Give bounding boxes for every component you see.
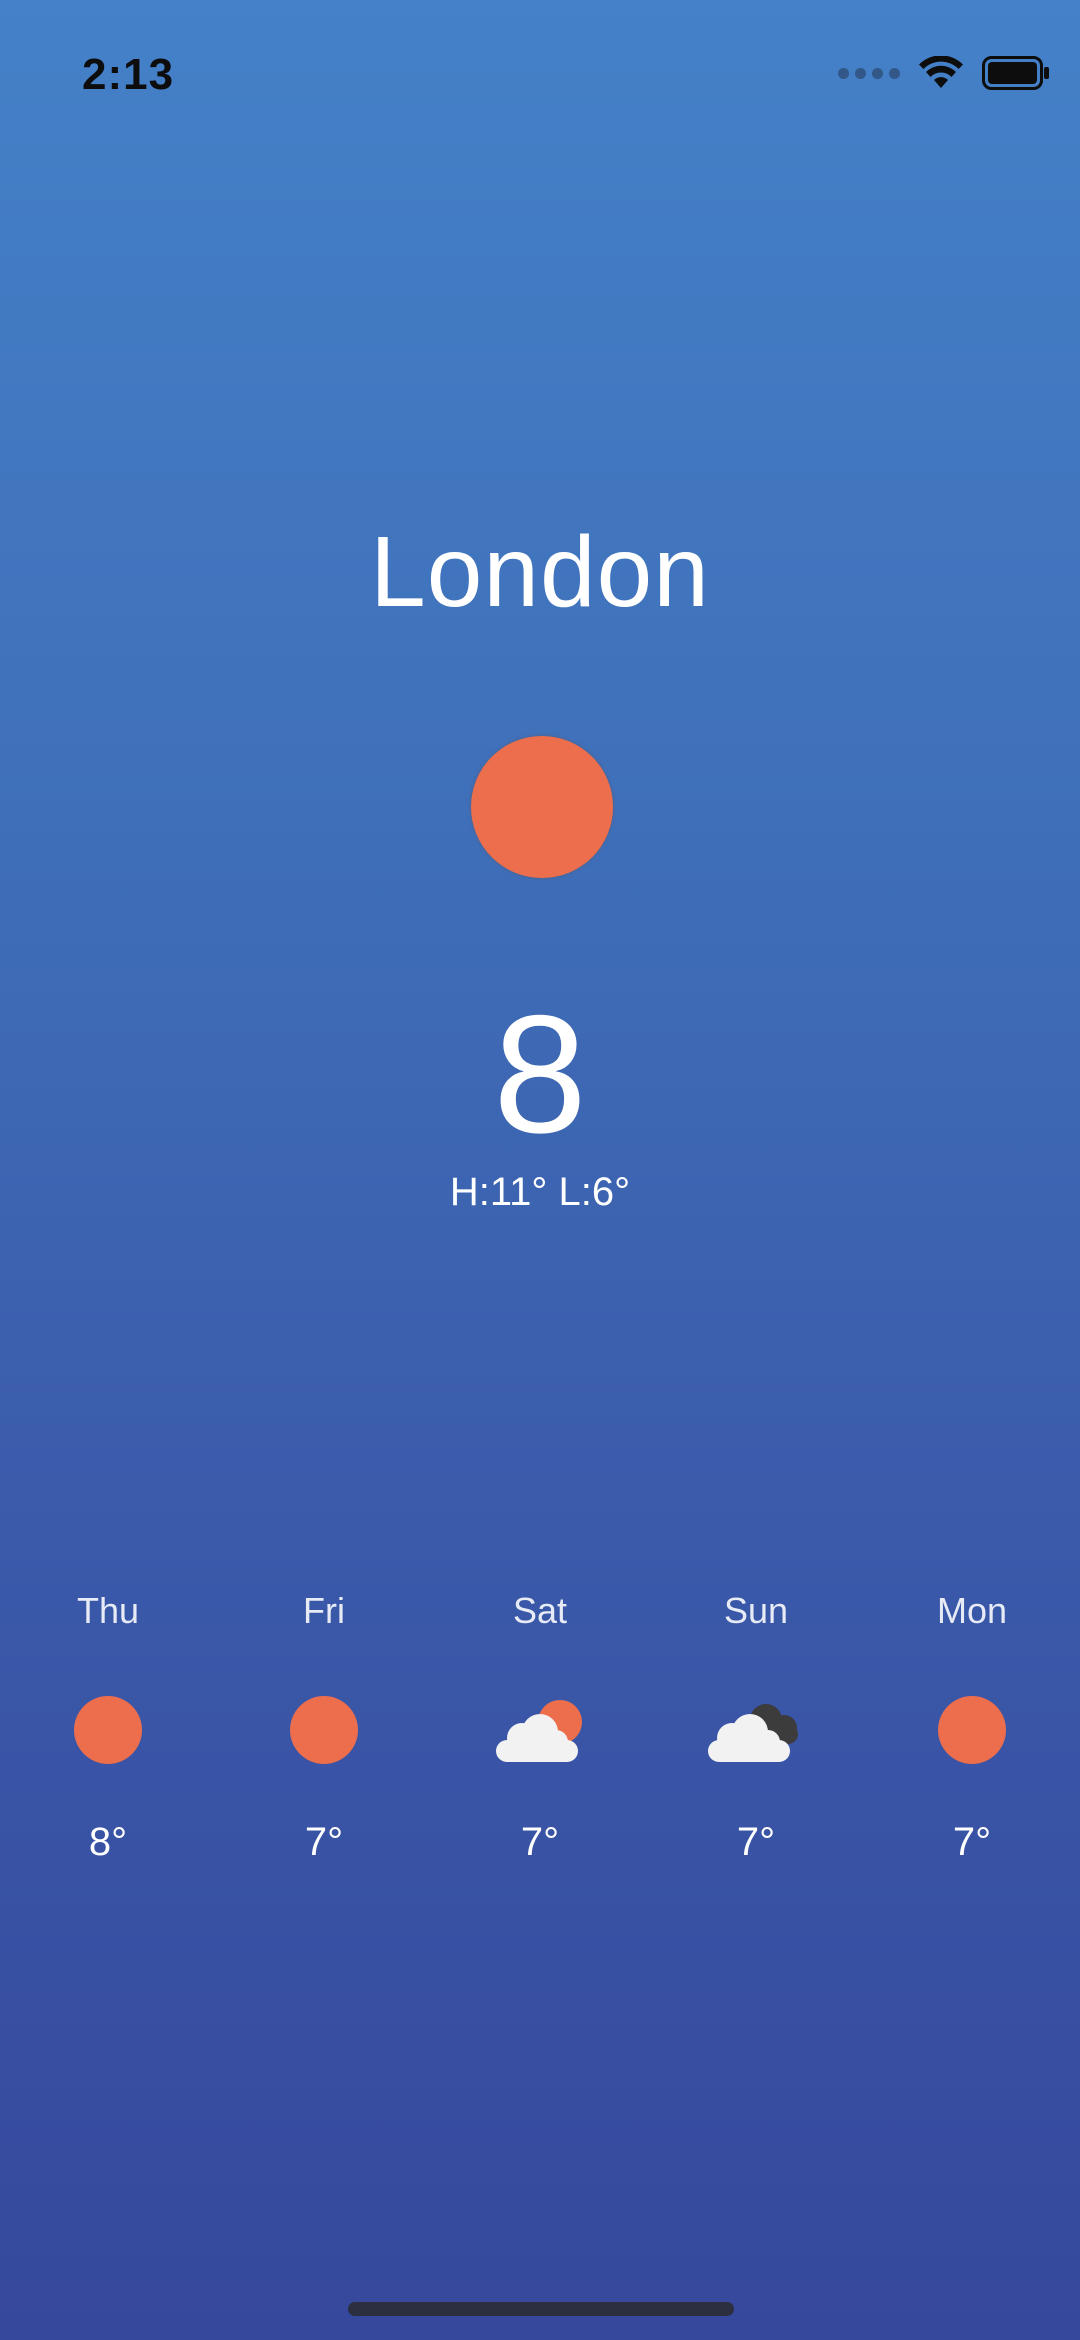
cloudy-icon: [708, 1704, 798, 1762]
forecast-day-temp: 7°: [736, 1820, 776, 1864]
forecast-day-temp: 7°: [520, 1820, 560, 1864]
forecast-day-label: Sun: [723, 1590, 789, 1631]
forecast-day: Mon 7°: [872, 1590, 1072, 1870]
forecast-day-temp: 8°: [88, 1820, 128, 1864]
cellular-signal-icon: [838, 67, 900, 79]
city-name: London: [370, 516, 710, 628]
wifi-icon: [919, 56, 963, 88]
forecast-day-label: Fri: [303, 1590, 345, 1631]
high-low-temperature: H:11° L:6°: [449, 1170, 631, 1214]
forecast-day: Sun 7°: [656, 1590, 856, 1870]
status-icons: [838, 56, 1050, 90]
forecast-day: Sat 7°: [440, 1590, 640, 1870]
forecast-day: Thu 8°: [8, 1590, 208, 1870]
sun-icon: [937, 1695, 1007, 1765]
forecast-day-label: Sat: [512, 1590, 568, 1631]
home-indicator[interactable]: [348, 2302, 734, 2316]
battery-icon: [982, 56, 1049, 90]
sun-icon: [289, 1695, 359, 1765]
forecast-day-label: Thu: [76, 1590, 140, 1631]
sun-icon: [73, 1695, 143, 1765]
forecast-day-temp: 7°: [952, 1820, 992, 1864]
status-time: 2:13: [82, 50, 175, 99]
forecast-day-label: Mon: [936, 1590, 1008, 1631]
current-temperature: 8: [493, 980, 587, 1168]
sun-icon: [471, 736, 613, 878]
forecast-day: Fri 7°: [224, 1590, 424, 1870]
forecast-day-temp: 7°: [304, 1820, 344, 1864]
partly-cloudy-icon: [496, 1700, 582, 1762]
status-bar: 2:13: [0, 0, 1080, 150]
daily-forecast: Thu 8° Fri 7° Sat 7° Sun 7° Mon 7°: [0, 1590, 1080, 1870]
